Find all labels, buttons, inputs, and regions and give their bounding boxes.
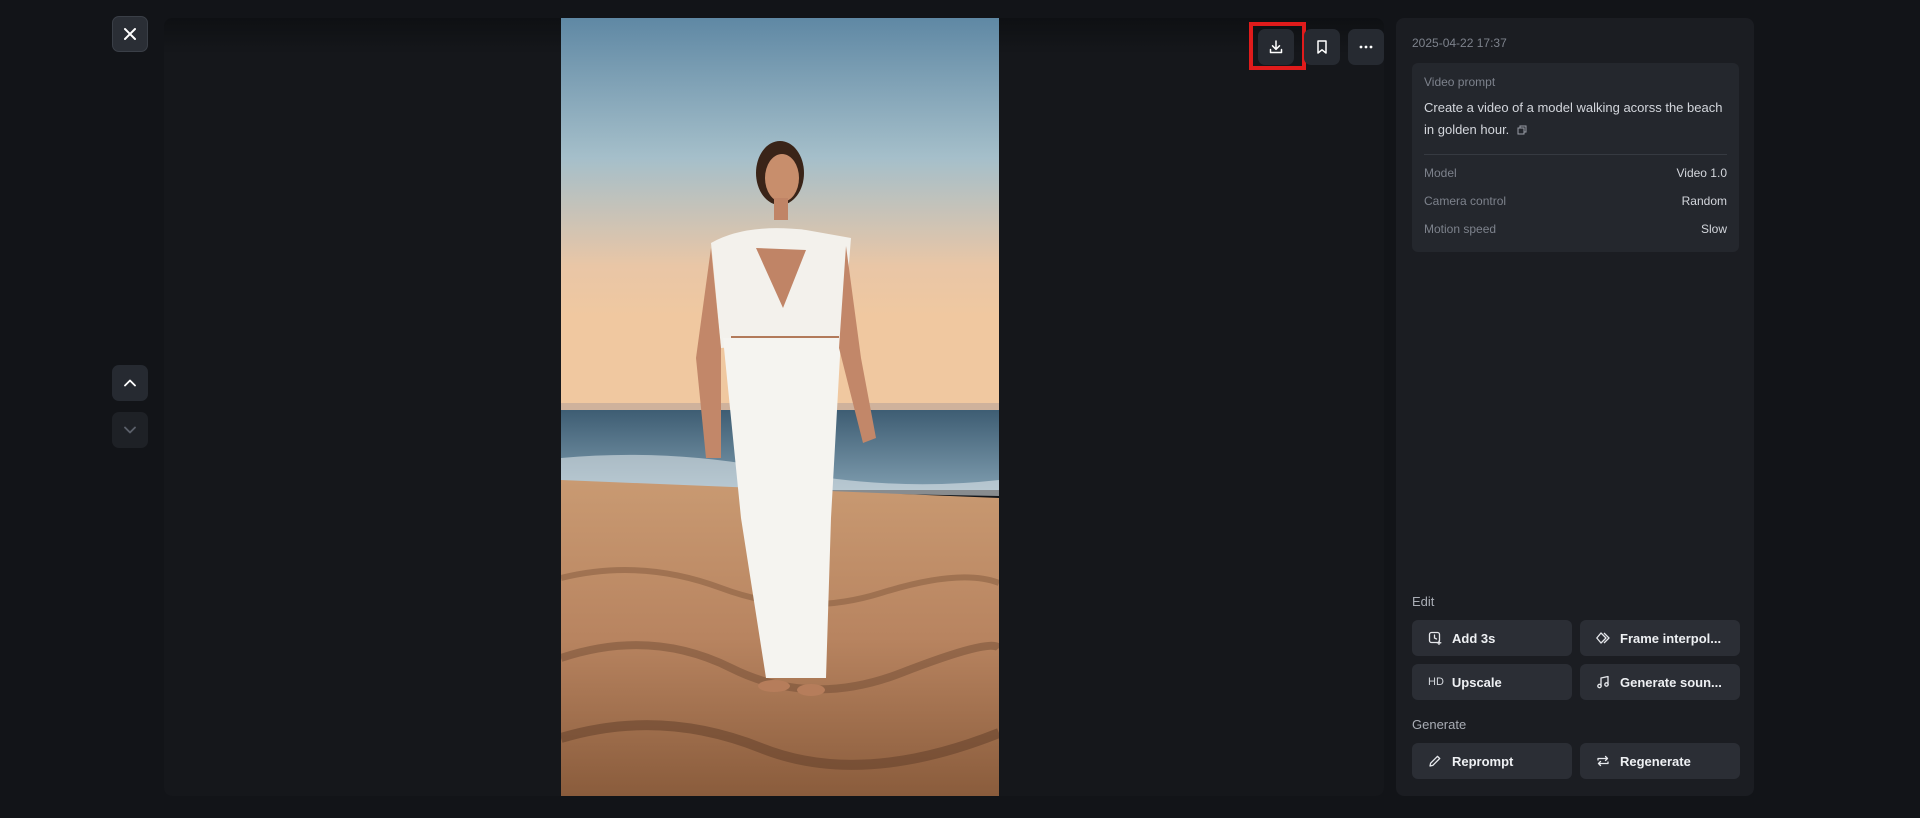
meta-value: Video 1.0 [1676, 166, 1728, 180]
prompt-label: Video prompt [1424, 75, 1496, 89]
next-button[interactable] [112, 412, 148, 448]
details-panel: 2025-04-22 17:37 Video prompt Create a v… [1396, 18, 1754, 796]
clock-plus-icon [1428, 631, 1442, 645]
upscale-label: Upscale [1451, 674, 1502, 690]
generate-sound-label: Generate soun... [1620, 674, 1722, 690]
regenerate-label: Regenerate [1620, 753, 1691, 769]
meta-value: Slow [1700, 222, 1727, 236]
chevron-up-icon [124, 379, 136, 387]
meta-row-model: Model Video 1.0 [1424, 166, 1727, 183]
frame-interpolation-label: Frame interpol... [1620, 630, 1722, 646]
reprompt-button[interactable]: Reprompt [1412, 743, 1572, 779]
add-3s-label: Add 3s [1452, 630, 1496, 646]
meta-row-camera-control: Camera control Random [1424, 194, 1727, 211]
meta-key: Camera control [1424, 194, 1507, 208]
close-button[interactable] [112, 16, 148, 52]
close-icon [124, 28, 136, 40]
meta-value: Random [1681, 194, 1727, 208]
prompt-text: Create a video of a model walking acorss… [1424, 100, 1723, 137]
copy-icon[interactable] [1517, 120, 1527, 142]
frame-interpolation-button[interactable]: Frame interpol... [1580, 620, 1740, 656]
prompt-divider [1424, 154, 1727, 155]
bookmark-icon [1317, 40, 1327, 54]
more-horizontal-icon [1359, 45, 1373, 49]
download-icon [1269, 40, 1283, 54]
repeat-icon [1596, 754, 1610, 768]
chevron-down-icon [124, 426, 136, 434]
upscale-button[interactable]: HD Upscale [1412, 664, 1572, 700]
bookmark-button[interactable] [1304, 29, 1340, 65]
regenerate-button[interactable]: Regenerate [1580, 743, 1740, 779]
meta-key: Motion speed [1424, 222, 1497, 236]
download-button[interactable] [1258, 29, 1294, 65]
meta-key: Model [1424, 166, 1457, 180]
prompt-text-block: Create a video of a model walking acorss… [1424, 97, 1727, 142]
more-options-button[interactable] [1348, 29, 1384, 65]
edit-section-title: Edit [1412, 594, 1435, 609]
video-preview[interactable] [561, 18, 999, 796]
video-frame-image [561, 18, 999, 796]
add-3s-button[interactable]: Add 3s [1412, 620, 1572, 656]
creation-timestamp: 2025-04-22 17:37 [1412, 36, 1507, 50]
generate-section-title: Generate [1412, 717, 1467, 732]
meta-row-motion-speed: Motion speed Slow [1424, 222, 1727, 239]
media-stage [164, 18, 1384, 796]
generate-sound-button[interactable]: Generate soun... [1580, 664, 1740, 700]
music-note-icon [1596, 675, 1610, 689]
reprompt-label: Reprompt [1452, 753, 1514, 769]
diamond-frames-icon [1596, 631, 1610, 645]
hd-icon: HD [1428, 676, 1444, 688]
pencil-icon [1428, 754, 1442, 768]
previous-button[interactable] [112, 365, 148, 401]
prompt-card: Video prompt Create a video of a model w… [1412, 63, 1739, 252]
